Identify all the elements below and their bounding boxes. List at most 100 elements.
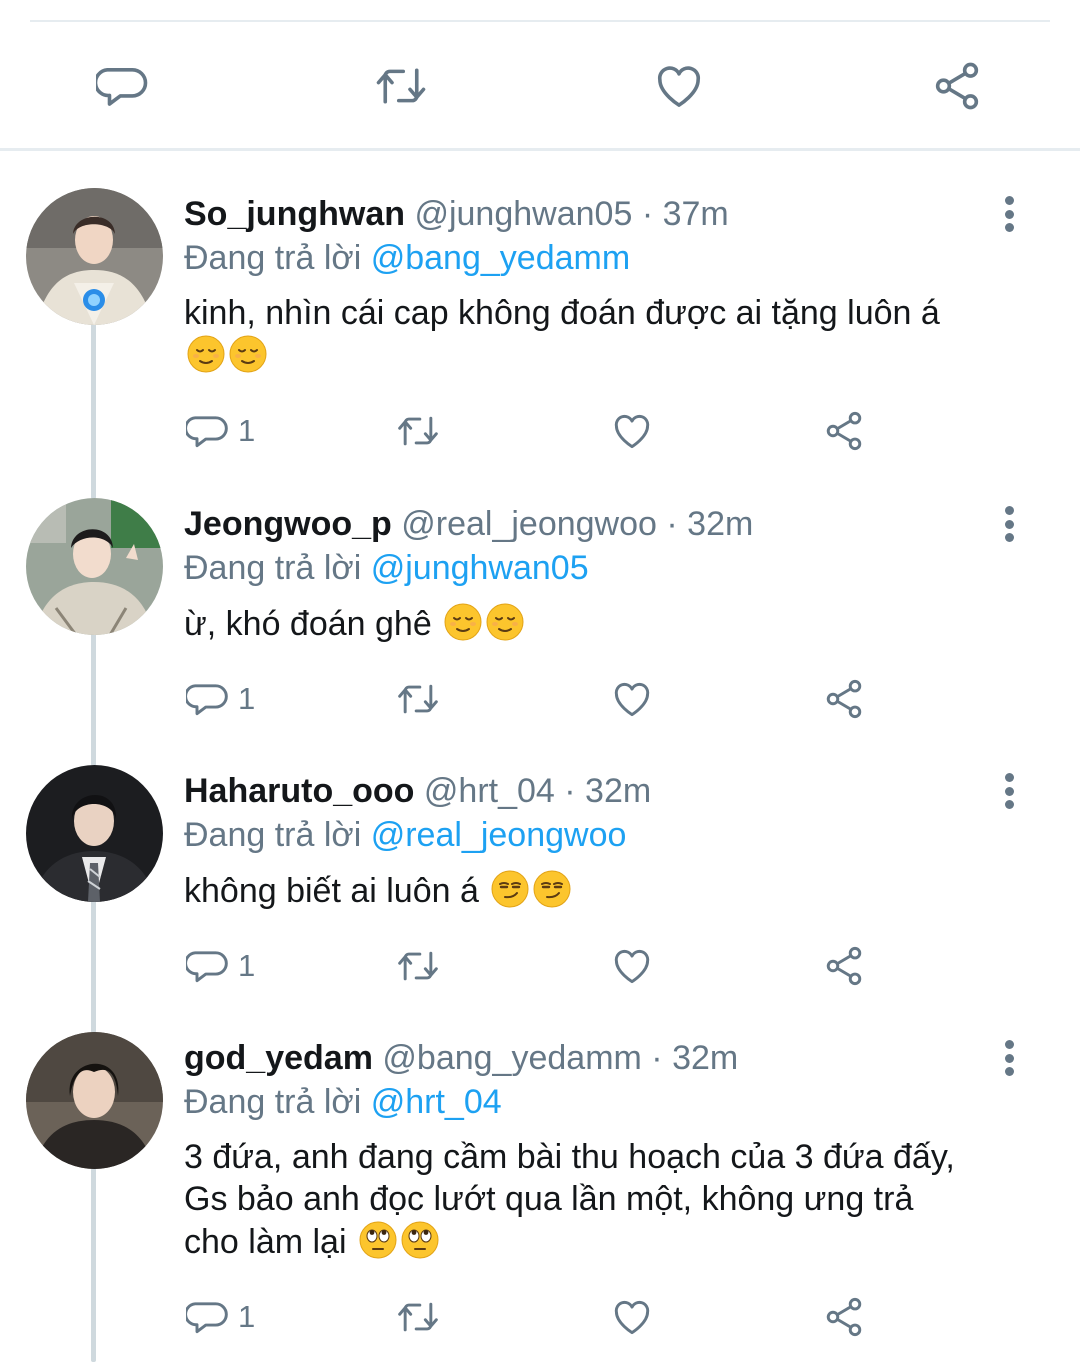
retweet-icon bbox=[398, 1302, 438, 1332]
replying-to: Đang trả lời @hrt_04 bbox=[184, 1082, 502, 1122]
timestamp[interactable]: · 37m bbox=[642, 195, 729, 233]
main-share-button[interactable] bbox=[929, 58, 985, 114]
replying-prefix: Đang trả lời bbox=[184, 549, 362, 587]
heart-icon bbox=[614, 1300, 650, 1335]
share-button[interactable] bbox=[822, 674, 866, 724]
reply-header: god_yedam @bang_yedamm · 32m bbox=[184, 1038, 738, 1078]
reply-icon bbox=[186, 1302, 228, 1334]
reply-button[interactable]: 1 bbox=[186, 674, 255, 724]
main-like-button[interactable] bbox=[651, 58, 707, 114]
reply-actions: 1 bbox=[180, 1292, 900, 1342]
reply-button[interactable]: 1 bbox=[186, 941, 255, 991]
heart-icon bbox=[614, 682, 650, 717]
more-options-button[interactable] bbox=[996, 192, 1022, 236]
text-line: 3 đứa, anh đang cầm bài thu hoạch của 3 … bbox=[184, 1138, 955, 1176]
face-with-rolling-eyes-emoji bbox=[401, 1221, 439, 1259]
reply-header: Jeongwoo_p @real_jeongwoo · 32m bbox=[184, 504, 753, 544]
replying-prefix: Đang trả lời bbox=[184, 1083, 362, 1121]
share-icon bbox=[826, 411, 862, 451]
reply-text: không biết ai luôn á bbox=[184, 869, 1024, 912]
heart-icon bbox=[614, 414, 650, 449]
main-reply-button[interactable] bbox=[95, 58, 151, 114]
replying-prefix: Đang trả lời bbox=[184, 239, 362, 277]
reply-icon bbox=[186, 684, 228, 716]
reply-button[interactable]: 1 bbox=[186, 406, 255, 456]
share-button[interactable] bbox=[822, 1292, 866, 1342]
avatar[interactable] bbox=[26, 765, 163, 902]
retweet-button[interactable] bbox=[396, 406, 440, 456]
retweet-button[interactable] bbox=[396, 674, 440, 724]
reply-button[interactable]: 1 bbox=[186, 1292, 255, 1342]
replying-to: Đang trả lời @bang_yedamm bbox=[184, 238, 630, 278]
reply-item[interactable]: So_junghwan @junghwan05 · 37m Đang trả l… bbox=[0, 188, 1080, 468]
more-options-button[interactable] bbox=[996, 502, 1022, 546]
mention-link[interactable]: @real_jeongwoo bbox=[371, 816, 627, 854]
reply-item[interactable]: Jeongwoo_p @real_jeongwoo · 32m Đang trả… bbox=[0, 498, 1080, 738]
display-name[interactable]: Jeongwoo_p bbox=[184, 505, 392, 543]
reply-icon bbox=[186, 416, 228, 448]
heart-icon bbox=[614, 949, 650, 984]
timestamp[interactable]: · 32m bbox=[564, 772, 651, 810]
share-button[interactable] bbox=[822, 406, 866, 456]
avatar[interactable] bbox=[26, 498, 163, 635]
text-line: Gs bảo anh đọc lướt qua lần một, không ư… bbox=[184, 1180, 914, 1218]
avatar[interactable] bbox=[26, 1032, 163, 1169]
text-line: kinh, nhìn cái cap không đoán được ai tặ… bbox=[184, 294, 940, 332]
text-line: cho làm lại bbox=[184, 1223, 347, 1261]
display-name[interactable]: So_junghwan bbox=[184, 195, 405, 233]
replying-to: Đang trả lời @real_jeongwoo bbox=[184, 815, 626, 855]
user-handle[interactable]: @hrt_04 bbox=[424, 772, 555, 810]
reply-actions: 1 bbox=[180, 941, 900, 991]
relieved-face-emoji bbox=[187, 335, 225, 373]
smirking-face-emoji bbox=[491, 870, 529, 908]
mention-link[interactable]: @junghwan05 bbox=[371, 549, 589, 587]
retweet-button[interactable] bbox=[396, 941, 440, 991]
reply-text: ừ, khó đoán ghê bbox=[184, 602, 1024, 645]
avatar[interactable] bbox=[26, 188, 163, 325]
text-line: không biết ai luôn á bbox=[184, 872, 479, 910]
share-icon bbox=[826, 946, 862, 986]
like-button[interactable] bbox=[610, 674, 654, 724]
reply-actions: 1 bbox=[180, 674, 900, 724]
timestamp[interactable]: · 32m bbox=[651, 1039, 738, 1077]
reply-icon bbox=[96, 68, 148, 106]
retweet-icon bbox=[398, 684, 438, 714]
heart-icon bbox=[657, 66, 701, 107]
user-handle[interactable]: @real_jeongwoo bbox=[401, 505, 657, 543]
share-icon bbox=[826, 1297, 862, 1337]
main-retweet-button[interactable] bbox=[373, 58, 429, 114]
like-button[interactable] bbox=[610, 941, 654, 991]
share-button[interactable] bbox=[822, 941, 866, 991]
share-icon bbox=[935, 62, 979, 110]
reply-header: So_junghwan @junghwan05 · 37m bbox=[184, 194, 729, 234]
reply-item[interactable]: Haharuto_ooo @hrt_04 · 32m Đang trả lời … bbox=[0, 765, 1080, 1005]
reply-text: kinh, nhìn cái cap không đoán được ai tặ… bbox=[184, 292, 1024, 377]
relieved-face-emoji bbox=[444, 603, 482, 641]
emoji-line bbox=[184, 334, 1024, 377]
replying-prefix: Đang trả lời bbox=[184, 816, 362, 854]
mention-link[interactable]: @hrt_04 bbox=[371, 1083, 502, 1121]
like-button[interactable] bbox=[610, 1292, 654, 1342]
reply-count: 1 bbox=[238, 948, 256, 983]
timestamp[interactable]: · 32m bbox=[666, 505, 753, 543]
display-name[interactable]: god_yedam bbox=[184, 1039, 373, 1077]
relieved-face-emoji bbox=[229, 335, 267, 373]
reply-item[interactable]: god_yedam @bang_yedamm · 32m Đang trả lờ… bbox=[0, 1032, 1080, 1362]
reply-text: 3 đứa, anh đang cầm bài thu hoạch của 3 … bbox=[184, 1136, 1024, 1263]
user-handle[interactable]: @junghwan05 bbox=[414, 195, 632, 233]
main-tweet-actions bbox=[0, 50, 1080, 122]
more-options-button[interactable] bbox=[996, 1036, 1022, 1080]
reply-count: 1 bbox=[238, 681, 256, 716]
mention-link[interactable]: @bang_yedamm bbox=[371, 239, 630, 277]
top-divider bbox=[30, 20, 1050, 22]
reply-actions: 1 bbox=[180, 406, 900, 456]
display-name[interactable]: Haharuto_ooo bbox=[184, 772, 414, 810]
text-line: ừ, khó đoán ghê bbox=[184, 605, 432, 643]
like-button[interactable] bbox=[610, 406, 654, 456]
retweet-button[interactable] bbox=[396, 1292, 440, 1342]
reply-header: Haharuto_ooo @hrt_04 · 32m bbox=[184, 771, 651, 811]
reply-count: 1 bbox=[238, 1299, 256, 1334]
retweet-icon bbox=[398, 951, 438, 981]
more-options-button[interactable] bbox=[996, 769, 1022, 813]
user-handle[interactable]: @bang_yedamm bbox=[382, 1039, 641, 1077]
